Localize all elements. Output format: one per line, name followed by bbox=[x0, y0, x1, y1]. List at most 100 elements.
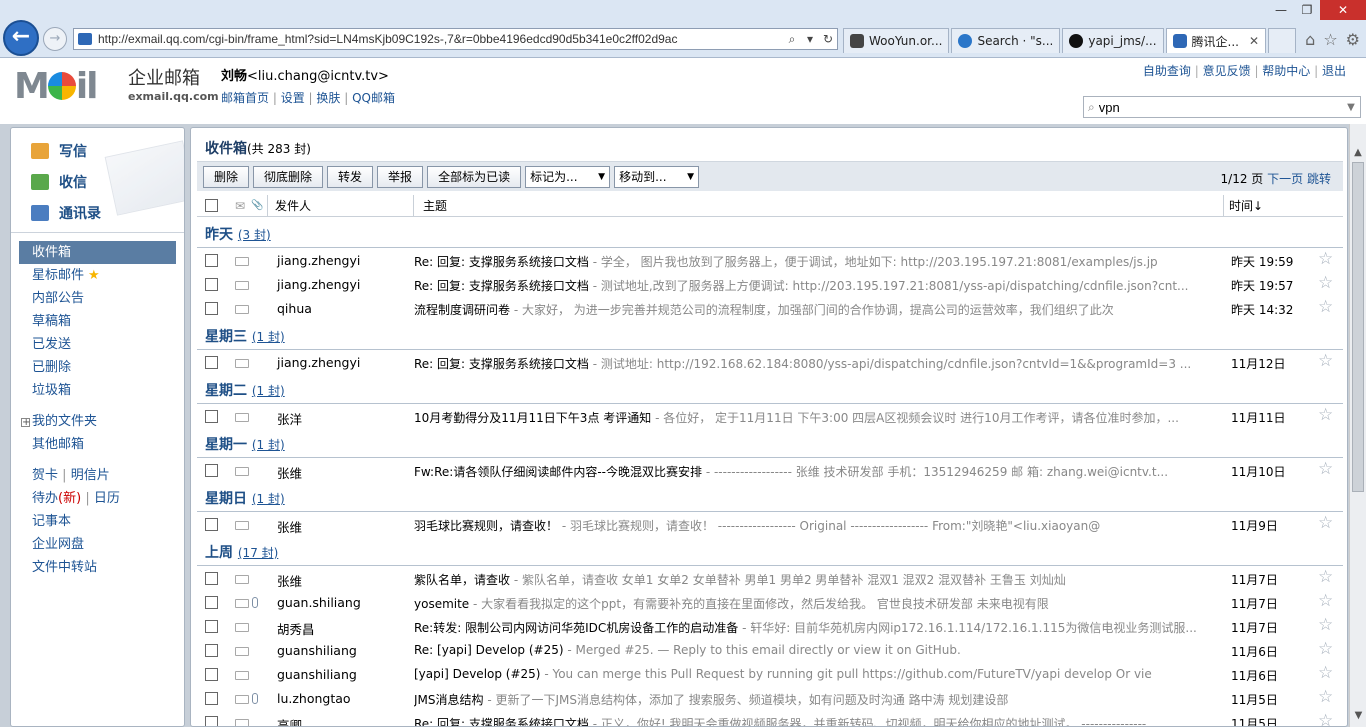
expand-plus-icon[interactable]: + bbox=[21, 418, 30, 428]
message-sender[interactable]: 张维 bbox=[277, 517, 302, 536]
message-row[interactable]: guanshiliang Re: [yapi] Develop (#25) - M… bbox=[197, 638, 1343, 662]
row-checkbox[interactable] bbox=[205, 302, 218, 315]
message-subject[interactable]: Re: 回复: 支撑服务系统接口文档 - 学全， 图片我也放到了服务器上，便于调… bbox=[414, 253, 1220, 270]
message-subject[interactable]: [yapi] Develop (#25) - You can merge thi… bbox=[414, 667, 1220, 681]
folder-inbox[interactable]: 收件箱 bbox=[19, 241, 176, 264]
message-subject[interactable]: JMS消息结构 - 更新了一下JMS消息结构体，添加了 搜索服务、频道模块，如有… bbox=[414, 691, 1220, 708]
delete-button[interactable]: 删除 bbox=[203, 165, 250, 188]
mail-search-box[interactable]: ⌕ ▼ bbox=[1083, 96, 1361, 118]
my-folders[interactable]: + 我的文件夹 bbox=[11, 410, 184, 433]
message-sender[interactable]: 高卿 bbox=[277, 715, 302, 726]
row-checkbox[interactable] bbox=[205, 596, 218, 609]
date-group-count[interactable]: (1 封) bbox=[252, 492, 285, 506]
col-subject[interactable]: 主题 bbox=[423, 197, 447, 214]
message-subject[interactable]: Re: [yapi] Develop (#25) - Merged #25. —… bbox=[414, 643, 1220, 657]
report-button[interactable]: 举报 bbox=[377, 165, 424, 188]
message-row[interactable]: 张维 Fw:Re:请各领队仔细阅读邮件内容--今晚混双比赛安排 - -------… bbox=[197, 458, 1343, 482]
date-group-count[interactable]: (3 封) bbox=[238, 228, 271, 242]
message-sender[interactable]: 张维 bbox=[277, 571, 302, 590]
forward-button[interactable]: 转发 bbox=[327, 165, 374, 188]
message-row[interactable]: 胡秀昌 Re:转发: 限制公司内网访问华苑IDC机房设备工作的启动准备 - 轩华好… bbox=[197, 614, 1343, 638]
folder-announcements[interactable]: 内部公告 bbox=[11, 287, 184, 310]
star-outline-icon[interactable]: ☆ bbox=[1318, 273, 1333, 293]
new-tab-button[interactable] bbox=[1268, 28, 1297, 53]
scroll-thumb[interactable] bbox=[1352, 162, 1364, 492]
message-sender[interactable]: guanshiliang bbox=[277, 667, 357, 682]
star-outline-icon[interactable]: ☆ bbox=[1318, 663, 1333, 683]
minimize-button[interactable]: — bbox=[1268, 0, 1294, 20]
link-greeting-card[interactable]: 贺卡 bbox=[32, 468, 58, 483]
message-row[interactable]: 高卿 Re: 回复: 支撑服务系统接口文档 - 正义，你好! 我明天会重做视频服务… bbox=[197, 710, 1343, 726]
select-all-checkbox[interactable] bbox=[205, 199, 218, 212]
refresh-icon[interactable]: ↻ bbox=[819, 32, 837, 46]
maximize-button[interactable]: ❐ bbox=[1294, 0, 1320, 20]
search-icon[interactable]: ⌕ bbox=[783, 32, 801, 47]
message-row[interactable]: 张洋 10月考勤得分及11月11日下午3点 考评通知 - 各位好， 定于11月11… bbox=[197, 404, 1343, 428]
message-sender[interactable]: qihua bbox=[277, 301, 312, 316]
scroll-down-icon[interactable]: ▼ bbox=[1350, 710, 1366, 727]
tab-close-icon[interactable]: ✕ bbox=[1249, 34, 1259, 48]
row-checkbox[interactable] bbox=[205, 716, 218, 726]
folder-drafts[interactable]: 草稿箱 bbox=[11, 310, 184, 333]
link-self-service[interactable]: 自助查询 bbox=[1143, 64, 1191, 78]
message-sender[interactable]: guanshiliang bbox=[277, 643, 357, 658]
row-checkbox[interactable] bbox=[205, 668, 218, 681]
message-subject[interactable]: Re: 回复: 支撑服务系统接口文档 - 测试地址: http://192.16… bbox=[414, 355, 1220, 372]
tab-wooyun[interactable]: WooYun.or... bbox=[843, 28, 950, 53]
star-outline-icon[interactable]: ☆ bbox=[1318, 615, 1333, 635]
message-subject[interactable]: yosemite - 大家看看我拟定的这个ppt，有需要补充的直接在里面修改，然… bbox=[414, 595, 1220, 612]
dropdown-icon[interactable]: ▾ bbox=[801, 32, 819, 46]
star-outline-icon[interactable]: ☆ bbox=[1318, 513, 1333, 533]
message-subject[interactable]: Re:转发: 限制公司内网访问华苑IDC机房设备工作的启动准备 - 轩华好: 目… bbox=[414, 619, 1220, 636]
date-group-count[interactable]: (1 封) bbox=[252, 438, 285, 452]
folder-spam[interactable]: 垃圾箱 bbox=[11, 379, 184, 402]
move-to-select[interactable]: 移动到... ▼ bbox=[614, 165, 700, 188]
link-feedback[interactable]: 意见反馈 bbox=[1203, 64, 1251, 78]
star-outline-icon[interactable]: ☆ bbox=[1318, 459, 1333, 479]
message-sender[interactable]: 张维 bbox=[277, 463, 302, 482]
star-outline-icon[interactable]: ☆ bbox=[1318, 351, 1333, 371]
jump-page-link[interactable]: 跳转 bbox=[1307, 172, 1331, 186]
favorites-star-icon[interactable]: ☆ bbox=[1323, 30, 1337, 49]
star-outline-icon[interactable]: ☆ bbox=[1318, 687, 1333, 707]
link-logout[interactable]: 退出 bbox=[1322, 64, 1346, 78]
tab-github[interactable]: yapi_jms/... bbox=[1062, 28, 1164, 53]
message-row[interactable]: 张维 羽毛球比赛规则，请查收！ - 羽毛球比赛规则，请查收！ ----------… bbox=[197, 512, 1343, 536]
date-group-count[interactable]: (1 封) bbox=[252, 384, 285, 398]
search-dropdown-icon[interactable]: ▼ bbox=[1342, 102, 1360, 113]
row-checkbox[interactable] bbox=[205, 254, 218, 267]
message-row[interactable]: lu.zhongtao JMS消息结构 - 更新了一下JMS消息结构体，添加了 搜… bbox=[197, 686, 1343, 710]
message-subject[interactable]: 流程制度调研问卷 - 大家好， 为进一步完善并规范公司的流程制度，加强部门间的合… bbox=[414, 301, 1220, 318]
date-group-count[interactable]: (17 封) bbox=[238, 546, 278, 560]
message-subject[interactable]: Fw:Re:请各领队仔细阅读邮件内容--今晚混双比赛安排 - ---------… bbox=[414, 463, 1220, 480]
tab-search[interactable]: Search · "s... bbox=[951, 28, 1061, 53]
url-text[interactable]: http://exmail.qq.com/cgi-bin/frame_html?… bbox=[98, 32, 783, 46]
row-checkbox[interactable] bbox=[205, 692, 218, 705]
contacts-button[interactable]: 通讯录 bbox=[31, 197, 184, 228]
message-sender[interactable]: guan.shiliang bbox=[277, 595, 361, 610]
link-calendar[interactable]: 日历 bbox=[94, 491, 120, 506]
message-subject[interactable]: 羽毛球比赛规则，请查收！ - 羽毛球比赛规则，请查收！ ------------… bbox=[414, 517, 1220, 534]
back-button[interactable]: ← bbox=[3, 20, 39, 56]
tab-exmail[interactable]: 腾讯企... ✕ bbox=[1165, 28, 1267, 53]
row-checkbox[interactable] bbox=[205, 644, 218, 657]
page-scrollbar[interactable]: ▲ ▼ bbox=[1349, 124, 1366, 727]
star-outline-icon[interactable]: ☆ bbox=[1318, 639, 1333, 659]
link-skin[interactable]: 换肤 bbox=[316, 91, 340, 105]
mark-as-select[interactable]: 标记为... ▼ bbox=[525, 165, 611, 188]
row-checkbox[interactable] bbox=[205, 572, 218, 585]
link-settings[interactable]: 设置 bbox=[281, 91, 305, 105]
mark-all-read-button[interactable]: 全部标为已读 bbox=[427, 165, 522, 188]
message-subject[interactable]: 紫队名单，请查收 - 紫队名单，请查收 女单1 女单2 女单替补 男单1 男单2… bbox=[414, 571, 1220, 588]
search-input[interactable] bbox=[1098, 99, 1342, 115]
star-outline-icon[interactable]: ☆ bbox=[1318, 711, 1333, 726]
message-sender[interactable]: jiang.zhengyi bbox=[277, 355, 360, 370]
star-outline-icon[interactable]: ☆ bbox=[1318, 297, 1333, 317]
receive-button[interactable]: 收信 bbox=[31, 166, 184, 197]
message-row[interactable]: 张维 紫队名单，请查收 - 紫队名单，请查收 女单1 女单2 女单替补 男单1 男… bbox=[197, 566, 1343, 590]
star-outline-icon[interactable]: ☆ bbox=[1318, 567, 1333, 587]
close-window-button[interactable]: ✕ bbox=[1320, 0, 1366, 20]
scroll-up-icon[interactable]: ▲ bbox=[1350, 144, 1366, 161]
message-row[interactable]: jiang.zhengyi Re: 回复: 支撑服务系统接口文档 - 测试地址,改… bbox=[197, 272, 1343, 296]
compose-button[interactable]: 写信 bbox=[31, 135, 184, 166]
